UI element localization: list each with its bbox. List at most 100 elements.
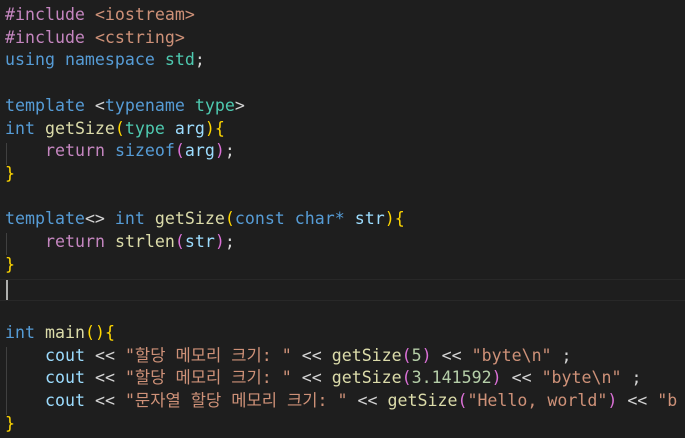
code-token: } [5,254,15,274]
code-token: << [84,368,125,388]
code-line[interactable]: #include <iostream> [5,4,195,27]
code-line[interactable]: } [5,163,15,186]
code-token: << [84,345,125,365]
code-token: ; [224,232,235,251]
code-token: ( [114,118,125,138]
code-token: int [5,118,35,138]
code-token: ) [214,232,225,251]
code-token: using [5,50,55,70]
code-token: cout [45,345,85,365]
code-line[interactable]: cout << "문자열 할당 메모리 크기: " << getSize("He… [5,390,677,413]
code-token: <> [84,209,115,229]
code-token: namespace [64,50,155,70]
code-token: "문자열 할당 메모리 크기: " [124,390,348,410]
code-token: << [501,368,542,388]
code-token: ( [457,390,468,410]
code-token: type [194,95,235,115]
code-line[interactable]: #include <cstring> [5,27,185,50]
code-token: return [45,232,105,251]
code-token: { [104,322,115,342]
code-token: typename [104,95,185,115]
code-token: ) [421,345,432,365]
code-token: template [5,95,85,115]
code-line[interactable]: int getSize(type arg){ [5,118,225,141]
code-token: ) [607,390,618,410]
code-line[interactable]: return sizeof(arg); [5,140,235,163]
code-token: char [294,209,335,229]
code-token: type [124,118,165,138]
code-token: getSize [331,345,402,365]
code-token: "byte\n" [541,368,622,388]
code-token: ) [491,368,502,388]
code-line[interactable]: } [5,254,15,277]
code-token: 5 [411,345,422,365]
text-cursor [6,280,8,300]
code-token: ( [174,141,185,161]
code-token: 3.141592 [411,368,492,388]
code-token: "b [657,390,678,410]
code-token: "할당 메모리 크기: " [124,368,292,388]
code-line[interactable]: int main(){ [5,322,115,345]
code-token: ( [174,232,185,251]
code-token: cout [45,368,85,388]
code-token: () [84,322,105,342]
code-token: template [5,209,85,229]
code-token: ( [401,368,412,388]
code-token: "Hello, world" [467,390,608,410]
code-token: "할당 메모리 크기: " [124,345,292,365]
code-token: << [617,390,658,410]
code-token: ( [224,209,235,229]
code-token: #include [5,27,85,47]
code-line[interactable]: using namespace std; [5,49,205,72]
code-token: getSize [387,390,458,410]
code-token: ; [224,141,235,161]
code-token: getSize [44,118,115,138]
code-token: getSize [154,209,225,229]
code-token: <iostream> [94,5,195,24]
code-token: int [114,209,145,229]
code-token: const [234,209,285,229]
code-token: str [354,209,385,229]
code-token: return [45,141,105,161]
code-token: std [164,50,195,70]
code-token: << [291,368,332,388]
code-token: "byte\n" [471,345,552,365]
code-token: ) [204,118,215,138]
code-token: strlen [114,232,175,251]
code-token: arg [174,118,205,138]
code-line[interactable]: template <typename type> [5,95,245,118]
code-token: { [394,209,405,229]
code-token: ( [401,345,412,365]
code-token: << [84,390,125,410]
code-line[interactable]: } [5,413,15,436]
code-line[interactable]: cout << "할당 메모리 크기: " << getSize(5) << "… [5,345,572,368]
code-editor[interactable]: #include <iostream> #include <cstring> usi… [0,0,685,438]
code-line[interactable]: return strlen(str); [5,231,235,254]
code-token: { [214,118,225,138]
code-token: ; [194,50,205,70]
code-token: < [84,95,105,115]
current-line-highlight [0,279,685,301]
code-token: } [5,163,15,183]
code-token: ; [551,345,572,365]
code-token: cout [45,390,85,410]
code-token: <cstring> [94,27,185,47]
code-token: ) [384,209,395,229]
code-line[interactable]: template<> int getSize(const char* str){ [5,208,405,231]
code-token: << [291,345,332,365]
code-line[interactable]: cout << "할당 메모리 크기: " << getSize(3.14159… [5,367,641,390]
code-token: str [184,232,215,251]
